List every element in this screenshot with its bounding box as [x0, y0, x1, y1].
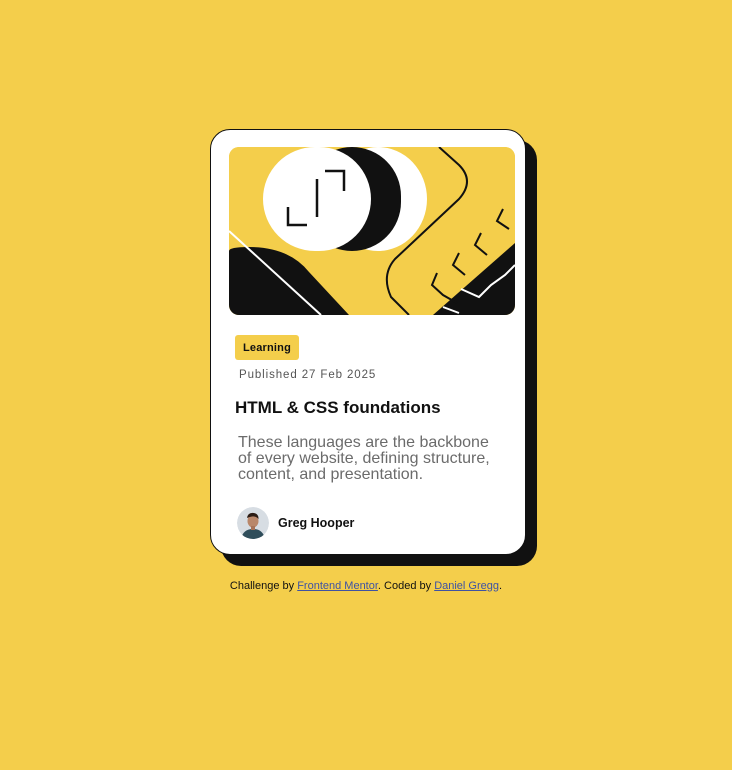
author: Greg Hooper	[237, 506, 354, 540]
attribution-suffix: .	[499, 580, 503, 592]
category-tag: Learning	[235, 335, 299, 360]
attribution-prefix: Challenge by	[229, 580, 298, 592]
frontend-mentor-link[interactable]: Frontend Mentor	[297, 580, 378, 592]
author-avatar	[237, 507, 269, 539]
blog-preview-card: Learning Published 27 Feb 2025 HTML & CS…	[210, 129, 526, 555]
card-description: These languages are the backbone of ever…	[238, 434, 490, 483]
hero-illustration	[229, 147, 515, 315]
published-date: Published 27 Feb 2025	[239, 369, 377, 381]
card-title[interactable]: HTML & CSS foundations	[235, 398, 441, 418]
attribution: Challenge by Frontend Mentor. Coded by D…	[0, 580, 732, 592]
author-name: Greg Hooper	[278, 516, 355, 530]
author-link[interactable]: Daniel Gregg	[434, 580, 499, 592]
attribution-middle: . Coded by	[377, 580, 435, 592]
